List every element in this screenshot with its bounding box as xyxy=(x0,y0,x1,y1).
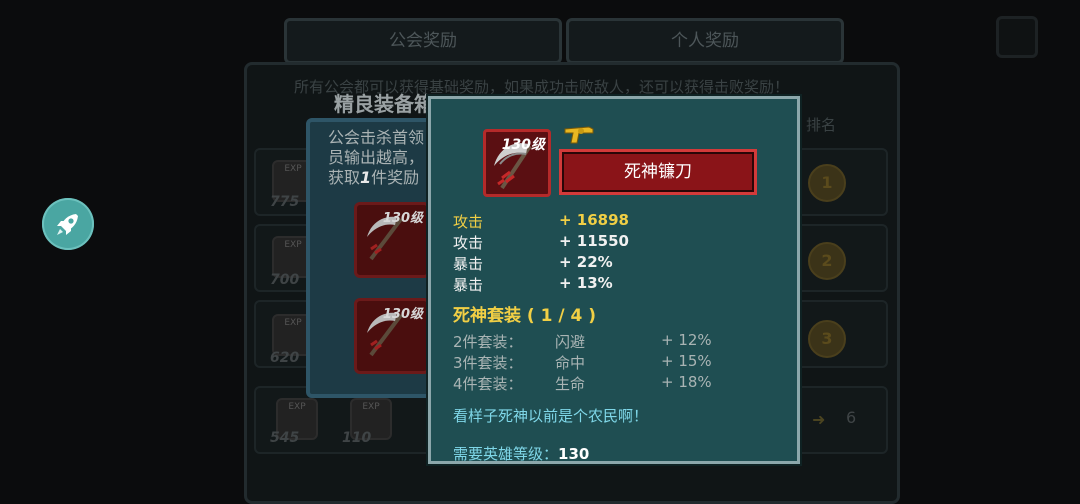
item-level-tag: 130级 xyxy=(382,307,423,322)
tab-guild-rewards[interactable]: 公会奖励 xyxy=(284,18,562,64)
rank-medal-icon: 1 xyxy=(808,164,846,202)
item-level-tag: 130级 xyxy=(382,211,423,226)
rank-count: 6 xyxy=(846,408,857,427)
rank-medal-icon: 3 xyxy=(808,320,846,358)
box-title: 精良装备箱 xyxy=(334,92,434,116)
corner-button[interactable] xyxy=(996,16,1038,58)
item-level-tag: 130级 xyxy=(501,137,545,153)
hero-level-requirement: 需要英雄等级：130 xyxy=(453,445,590,463)
rank-medal-icon: 2 xyxy=(808,242,846,280)
arrow-right-icon: ➜ xyxy=(812,410,826,429)
rank-header: 排名 xyxy=(806,116,837,134)
rocket-icon xyxy=(57,214,78,235)
box-item-slot[interactable]: 130级 xyxy=(354,298,430,374)
exp-amount: 775 xyxy=(270,194,300,210)
rocket-button[interactable] xyxy=(42,198,94,250)
item-name: 死神镰刀 xyxy=(559,149,757,195)
exp-amount: 620 xyxy=(270,350,300,366)
item-tooltip: 130级 死神镰刀 攻击 + 16898 攻击 + 11550 暴击 + 22% 暴击… xyxy=(428,96,800,464)
exp-amount: 700 xyxy=(270,272,300,288)
exp-amount: 110 xyxy=(342,430,372,446)
tab-personal-rewards[interactable]: 个人奖励 xyxy=(566,18,844,64)
set-title: 死神套装 ( 1 / 4 ) xyxy=(453,306,596,326)
revolver-icon xyxy=(564,126,594,144)
exp-amount: 545 xyxy=(270,430,300,446)
box-item-slot[interactable]: 130级 xyxy=(354,202,430,278)
item-flavor-text: 看样子死神以前是个农民啊！ xyxy=(453,407,649,425)
item-icon: 130级 xyxy=(483,129,551,197)
